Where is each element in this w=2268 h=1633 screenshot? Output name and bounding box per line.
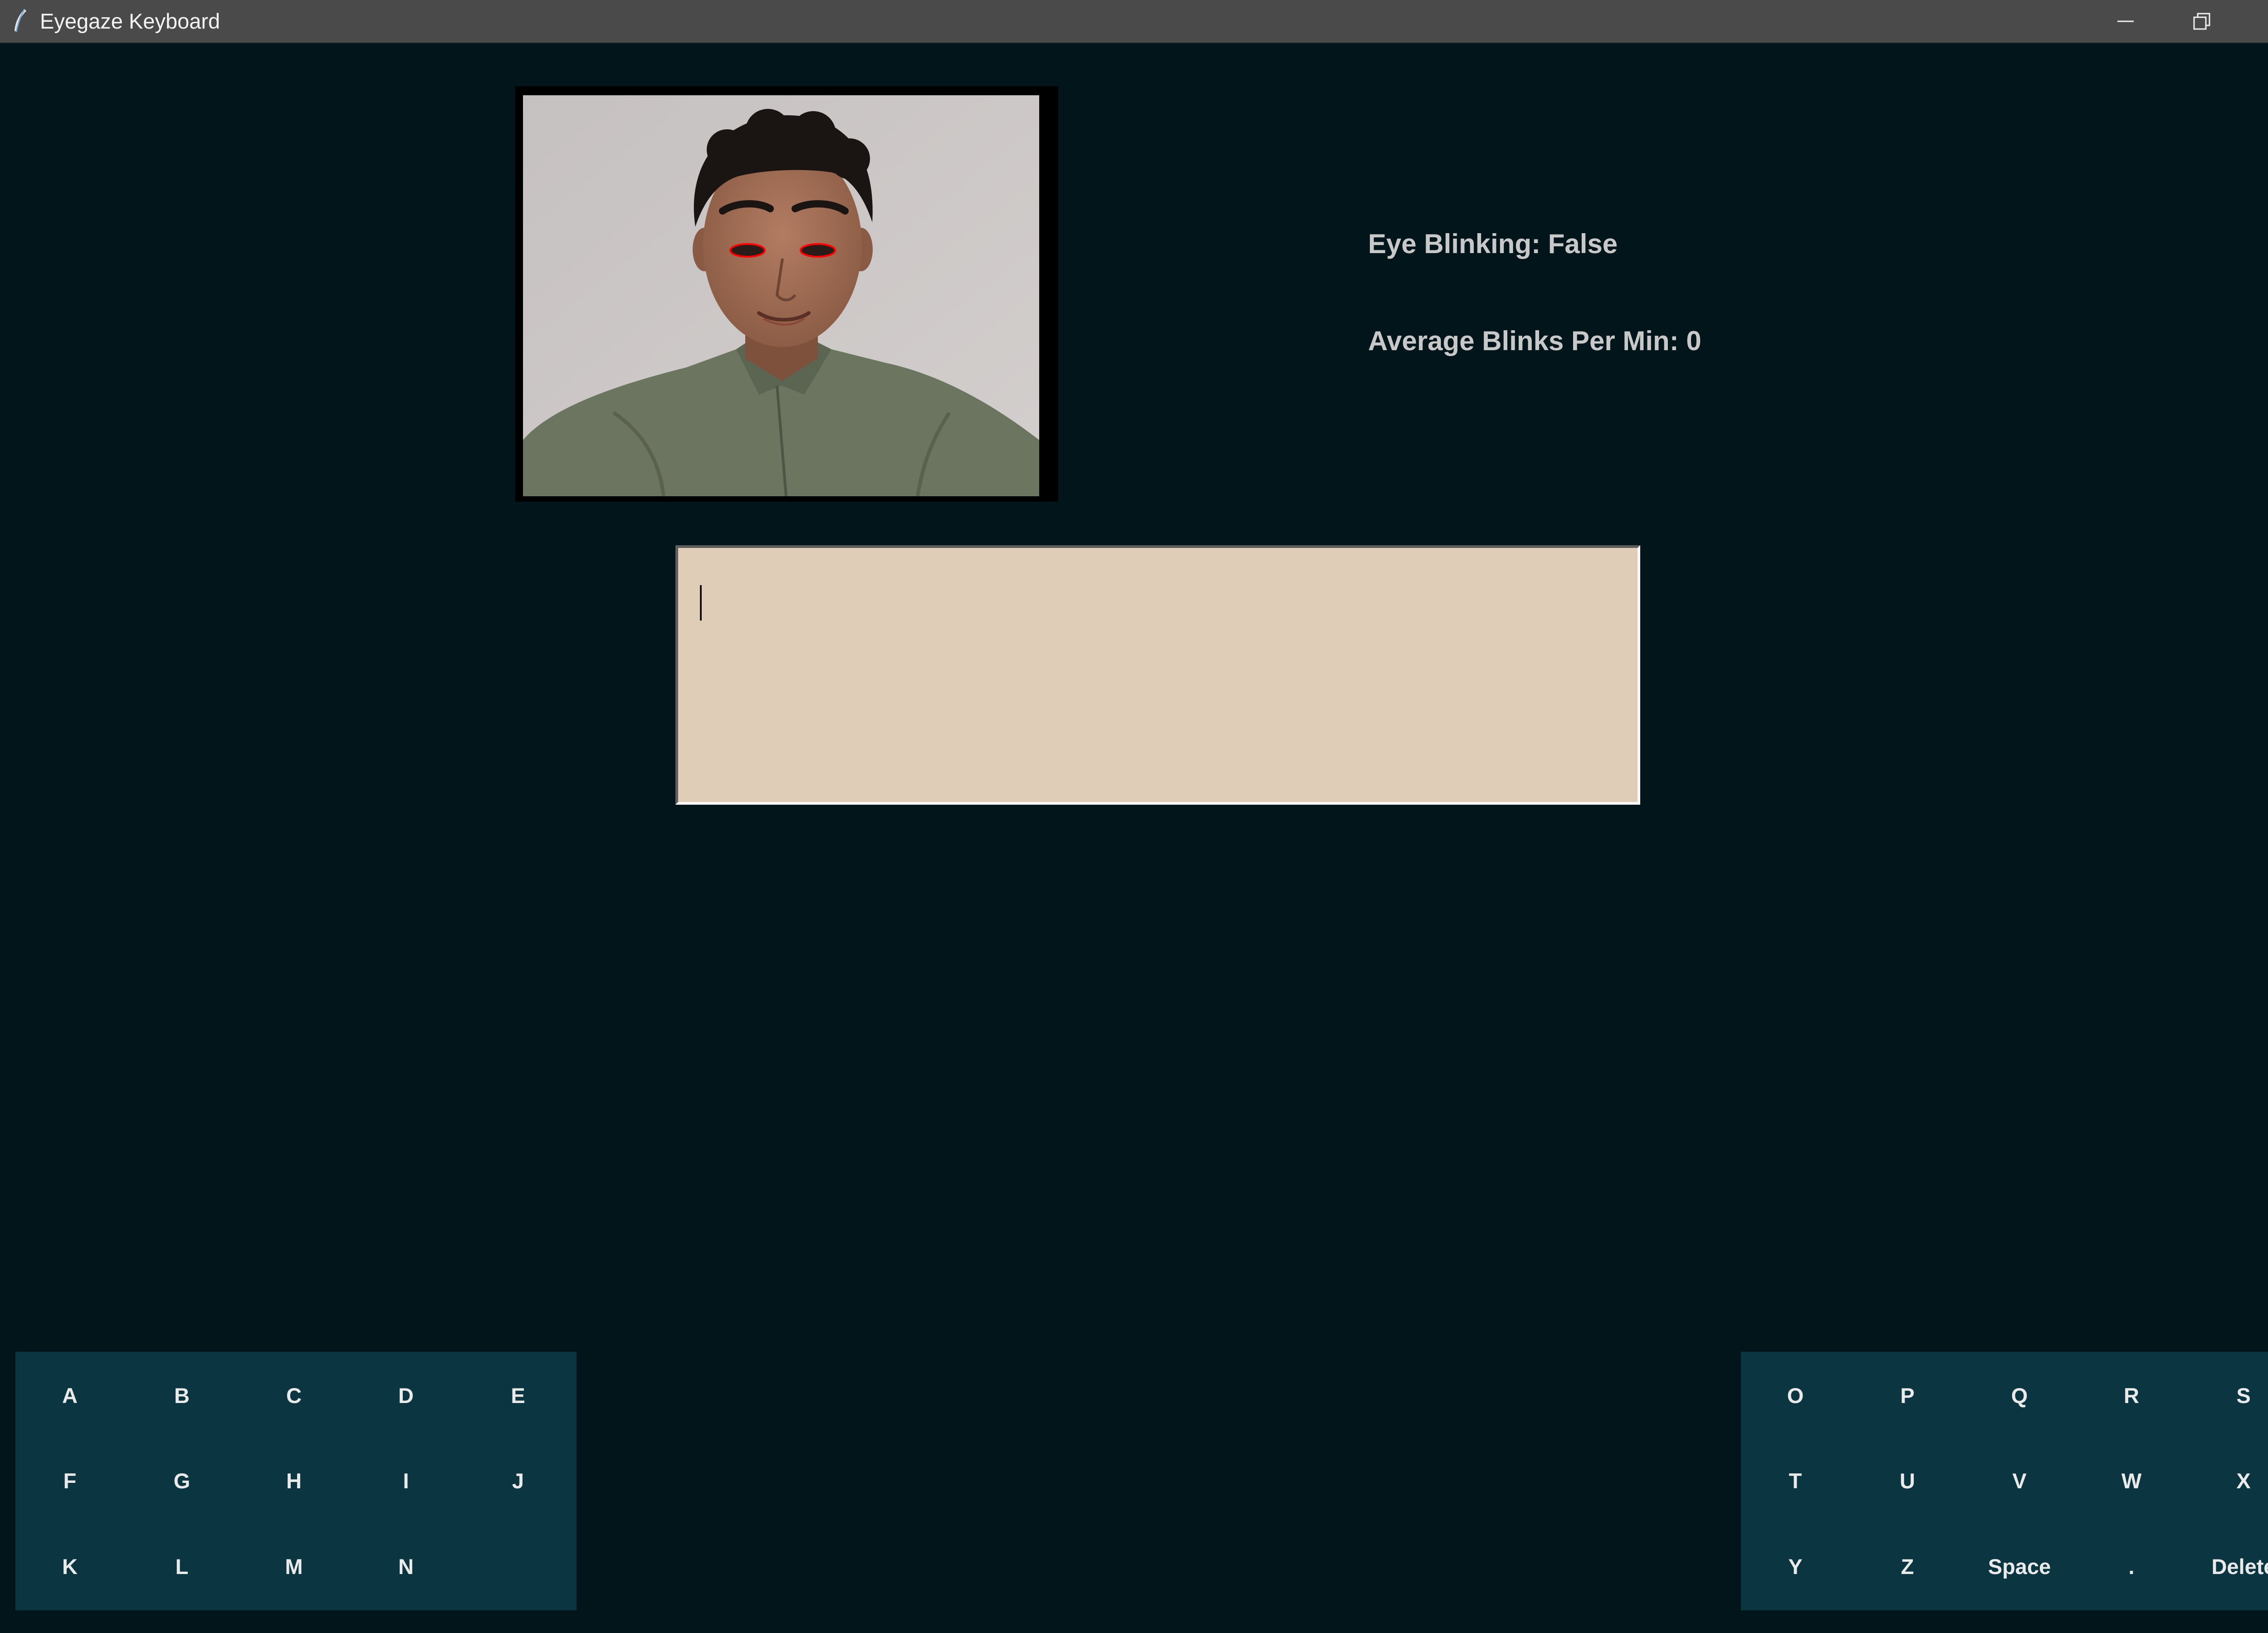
key-c[interactable]: C xyxy=(249,1361,339,1429)
title-bar: Eyegaze Keyboard xyxy=(0,0,2268,43)
key-s[interactable]: S xyxy=(2198,1361,2268,1429)
key-g[interactable]: G xyxy=(137,1447,227,1515)
key-e[interactable]: E xyxy=(473,1361,563,1429)
key-q[interactable]: Q xyxy=(1974,1361,2065,1429)
key-w[interactable]: W xyxy=(2086,1447,2177,1515)
webcam-image xyxy=(523,95,1039,496)
restore-button[interactable] xyxy=(2164,0,2240,42)
key-v[interactable]: V xyxy=(1974,1447,2065,1515)
key-n[interactable]: N xyxy=(361,1532,451,1600)
key-x[interactable]: X xyxy=(2198,1447,2268,1515)
key-r[interactable]: R xyxy=(2086,1361,2177,1429)
key-m[interactable]: M xyxy=(249,1532,339,1600)
key-u[interactable]: U xyxy=(1862,1447,1953,1515)
feather-icon xyxy=(11,8,29,34)
key-p[interactable]: P xyxy=(1862,1361,1953,1429)
restore-icon xyxy=(2193,12,2211,30)
key-h[interactable]: H xyxy=(249,1447,339,1515)
key-period[interactable]: . xyxy=(2086,1532,2177,1600)
key-z[interactable]: Z xyxy=(1862,1532,1953,1600)
key-t[interactable]: T xyxy=(1750,1447,1841,1515)
minimize-icon xyxy=(2116,12,2135,30)
key-f[interactable]: F xyxy=(24,1447,115,1515)
typed-text-area[interactable] xyxy=(675,545,1640,805)
key-y[interactable]: Y xyxy=(1750,1532,1841,1600)
key-o[interactable]: O xyxy=(1750,1361,1841,1429)
window-title: Eyegaze Keyboard xyxy=(40,9,220,33)
average-blinks-status: Average Blinks Per Min: 0 xyxy=(1368,326,1701,356)
minimize-button[interactable] xyxy=(2087,0,2164,42)
keyboard-panel-right: OPQRS TUVWX YZ Space. Delete xyxy=(1741,1352,2268,1610)
text-cursor xyxy=(700,585,702,621)
key-a[interactable]: A xyxy=(24,1361,115,1429)
key-d[interactable]: D xyxy=(361,1361,451,1429)
key-space[interactable]: Space xyxy=(1974,1532,2065,1600)
key-j[interactable]: J xyxy=(473,1447,563,1515)
app-window: Eyegaze Keyboard Eye Blinking: False Ave… xyxy=(0,0,2268,1633)
camera-feed xyxy=(515,86,1058,502)
close-button[interactable] xyxy=(2240,0,2268,42)
key-k[interactable]: K xyxy=(24,1532,115,1600)
eye-blinking-status: Eye Blinking: False xyxy=(1368,229,1618,259)
key-b[interactable]: B xyxy=(137,1361,227,1429)
person-illustration xyxy=(523,95,1039,496)
key-l[interactable]: L xyxy=(137,1532,227,1600)
key-delete[interactable]: Delete xyxy=(2198,1532,2268,1600)
key-i[interactable]: I xyxy=(361,1447,451,1515)
keyboard-panel-left: ABCDE FGHIJ KLMN xyxy=(15,1352,577,1610)
